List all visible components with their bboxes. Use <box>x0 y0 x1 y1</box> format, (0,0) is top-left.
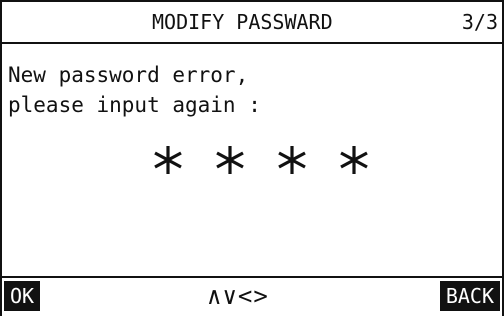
password-mask-char-icon <box>278 146 306 174</box>
error-message: New password error, please input again : <box>8 60 261 120</box>
device-screen: MODIFY PASSWARD 3/3 New password error, … <box>0 0 504 316</box>
ok-button[interactable]: OK <box>4 281 41 311</box>
password-mask-char-icon <box>340 146 368 174</box>
back-button[interactable]: BACK <box>439 281 500 311</box>
password-mask-char-icon <box>216 146 244 174</box>
page-title: MODIFY PASSWARD <box>152 10 333 34</box>
password-mask[interactable] <box>152 144 370 176</box>
navigation-arrows[interactable]: ∧∨<> <box>207 282 269 310</box>
page-indicator: 3/3 <box>461 10 498 34</box>
password-mask-char-icon <box>154 146 182 174</box>
softkey-bar: OK ∧∨<> BACK <box>2 276 502 316</box>
error-message-line-1: New password error, <box>8 63 249 87</box>
header-bar: MODIFY PASSWARD 3/3 <box>2 2 502 44</box>
error-message-line-2: please input again : <box>8 93 261 117</box>
